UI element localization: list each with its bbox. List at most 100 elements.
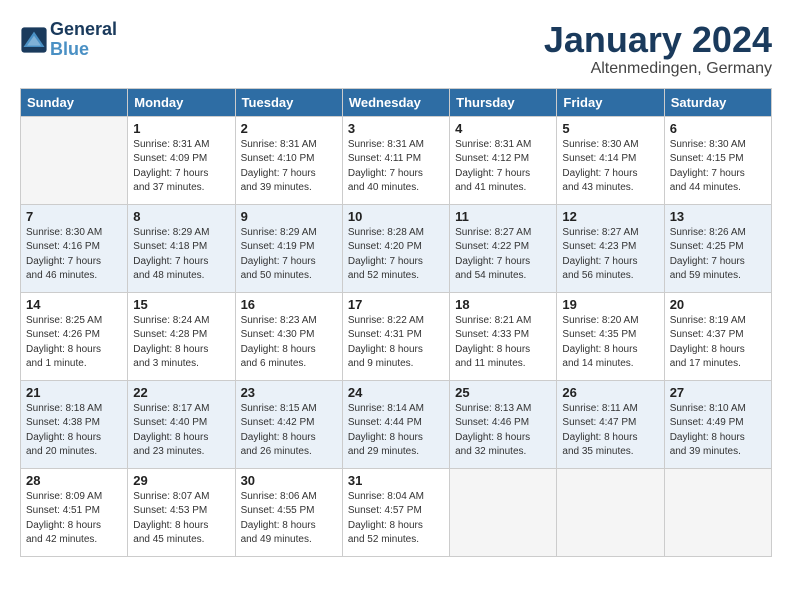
calendar-day-cell xyxy=(664,468,771,556)
calendar-day-cell: 17 Sunrise: 8:22 AMSunset: 4:31 PMDayligh… xyxy=(342,292,449,380)
calendar-day-cell: 27 Sunrise: 8:10 AMSunset: 4:49 PMDayligh… xyxy=(664,380,771,468)
calendar-day-cell: 19 Sunrise: 8:20 AMSunset: 4:35 PMDayligh… xyxy=(557,292,664,380)
day-number: 5 xyxy=(562,121,658,136)
day-number: 17 xyxy=(348,297,444,312)
day-info: Sunrise: 8:17 AMSunset: 4:40 PMDaylight:… xyxy=(133,402,229,460)
day-number: 10 xyxy=(348,209,444,224)
day-info: Sunrise: 8:24 AMSunset: 4:28 PMDaylight:… xyxy=(133,314,229,372)
day-number: 26 xyxy=(562,385,658,400)
calendar-day-cell: 30 Sunrise: 8:06 AMSunset: 4:55 PMDayligh… xyxy=(235,468,342,556)
calendar-day-cell: 1 Sunrise: 8:31 AMSunset: 4:09 PMDaylight… xyxy=(128,116,235,204)
calendar-day-cell: 23 Sunrise: 8:15 AMSunset: 4:42 PMDayligh… xyxy=(235,380,342,468)
day-number: 27 xyxy=(670,385,766,400)
day-number: 2 xyxy=(241,121,337,136)
weekday-header-tuesday: Tuesday xyxy=(235,88,342,116)
day-number: 22 xyxy=(133,385,229,400)
logo-text: GeneralBlue xyxy=(50,20,117,60)
day-info: Sunrise: 8:21 AMSunset: 4:33 PMDaylight:… xyxy=(455,314,551,372)
day-number: 14 xyxy=(26,297,122,312)
calendar-week-row: 21 Sunrise: 8:18 AMSunset: 4:38 PMDayligh… xyxy=(21,380,772,468)
day-number: 31 xyxy=(348,473,444,488)
day-info: Sunrise: 8:29 AMSunset: 4:19 PMDaylight:… xyxy=(241,226,337,284)
day-number: 12 xyxy=(562,209,658,224)
day-info: Sunrise: 8:19 AMSunset: 4:37 PMDaylight:… xyxy=(670,314,766,372)
day-info: Sunrise: 8:15 AMSunset: 4:42 PMDaylight:… xyxy=(241,402,337,460)
calendar-day-cell: 14Sunrise: 8:25 AMSunset: 4:26 PMDayligh… xyxy=(21,292,128,380)
calendar-day-cell: 8Sunrise: 8:29 AMSunset: 4:18 PMDaylight… xyxy=(128,204,235,292)
day-number: 15 xyxy=(133,297,229,312)
calendar-week-row: 14Sunrise: 8:25 AMSunset: 4:26 PMDayligh… xyxy=(21,292,772,380)
calendar-day-cell: 18 Sunrise: 8:21 AMSunset: 4:33 PMDayligh… xyxy=(450,292,557,380)
day-info: Sunrise: 8:30 AMSunset: 4:15 PMDaylight:… xyxy=(670,138,766,196)
day-info: Sunrise: 8:31 AMSunset: 4:12 PMDaylight:… xyxy=(455,138,551,196)
weekday-header-saturday: Saturday xyxy=(664,88,771,116)
calendar-table: SundayMondayTuesdayWednesdayThursdayFrid… xyxy=(20,88,772,557)
calendar-day-cell: 26Sunrise: 8:11 AMSunset: 4:47 PMDayligh… xyxy=(557,380,664,468)
calendar-day-cell: 28Sunrise: 8:09 AMSunset: 4:51 PMDayligh… xyxy=(21,468,128,556)
calendar-day-cell: 12 Sunrise: 8:27 AMSunset: 4:23 PMDayligh… xyxy=(557,204,664,292)
weekday-header-thursday: Thursday xyxy=(450,88,557,116)
day-number: 24 xyxy=(348,385,444,400)
day-number: 6 xyxy=(670,121,766,136)
calendar-day-cell: 5 Sunrise: 8:30 AMSunset: 4:14 PMDaylight… xyxy=(557,116,664,204)
calendar-day-cell: 7 Sunrise: 8:30 AMSunset: 4:16 PMDaylight… xyxy=(21,204,128,292)
day-info: Sunrise: 8:22 AMSunset: 4:31 PMDaylight:… xyxy=(348,314,444,372)
weekday-header-friday: Friday xyxy=(557,88,664,116)
day-number: 3 xyxy=(348,121,444,136)
calendar-day-cell: 16 Sunrise: 8:23 AMSunset: 4:30 PMDayligh… xyxy=(235,292,342,380)
day-info: Sunrise: 8:06 AMSunset: 4:55 PMDaylight:… xyxy=(241,490,337,548)
day-number: 30 xyxy=(241,473,337,488)
day-number: 4 xyxy=(455,121,551,136)
day-info: Sunrise: 8:30 AMSunset: 4:16 PMDaylight:… xyxy=(26,226,122,284)
day-number: 29 xyxy=(133,473,229,488)
day-info: Sunrise: 8:20 AMSunset: 4:35 PMDaylight:… xyxy=(562,314,658,372)
calendar-title-area: January 2024 Altenmedingen, Germany xyxy=(544,20,772,78)
day-info: Sunrise: 8:31 AMSunset: 4:11 PMDaylight:… xyxy=(348,138,444,196)
calendar-week-row: 7 Sunrise: 8:30 AMSunset: 4:16 PMDaylight… xyxy=(21,204,772,292)
day-number: 23 xyxy=(241,385,337,400)
day-info: Sunrise: 8:10 AMSunset: 4:49 PMDaylight:… xyxy=(670,402,766,460)
calendar-day-cell: 20 Sunrise: 8:19 AMSunset: 4:37 PMDayligh… xyxy=(664,292,771,380)
day-number: 19 xyxy=(562,297,658,312)
weekday-header-row: SundayMondayTuesdayWednesdayThursdayFrid… xyxy=(21,88,772,116)
day-info: Sunrise: 8:27 AMSunset: 4:23 PMDaylight:… xyxy=(562,226,658,284)
day-info: Sunrise: 8:18 AMSunset: 4:38 PMDaylight:… xyxy=(26,402,122,460)
calendar-day-cell: 11Sunrise: 8:27 AMSunset: 4:22 PMDayligh… xyxy=(450,204,557,292)
day-number: 1 xyxy=(133,121,229,136)
day-info: Sunrise: 8:29 AMSunset: 4:18 PMDaylight:… xyxy=(133,226,229,284)
day-number: 11 xyxy=(455,209,551,224)
day-number: 16 xyxy=(241,297,337,312)
calendar-day-cell xyxy=(557,468,664,556)
weekday-header-monday: Monday xyxy=(128,88,235,116)
calendar-day-cell: 6 Sunrise: 8:30 AMSunset: 4:15 PMDaylight… xyxy=(664,116,771,204)
day-info: Sunrise: 8:07 AMSunset: 4:53 PMDaylight:… xyxy=(133,490,229,548)
day-number: 21 xyxy=(26,385,122,400)
weekday-header-wednesday: Wednesday xyxy=(342,88,449,116)
calendar-day-cell xyxy=(450,468,557,556)
page-header: GeneralBlue January 2024 Altenmedingen, … xyxy=(20,20,772,78)
day-info: Sunrise: 8:31 AMSunset: 4:09 PMDaylight:… xyxy=(133,138,229,196)
day-info: Sunrise: 8:26 AMSunset: 4:25 PMDaylight:… xyxy=(670,226,766,284)
day-info: Sunrise: 8:14 AMSunset: 4:44 PMDaylight:… xyxy=(348,402,444,460)
calendar-day-cell: 29 Sunrise: 8:07 AMSunset: 4:53 PMDayligh… xyxy=(128,468,235,556)
calendar-day-cell: 31Sunrise: 8:04 AMSunset: 4:57 PMDayligh… xyxy=(342,468,449,556)
day-number: 28 xyxy=(26,473,122,488)
location-title: Altenmedingen, Germany xyxy=(544,60,772,78)
calendar-day-cell: 3 Sunrise: 8:31 AMSunset: 4:11 PMDaylight… xyxy=(342,116,449,204)
calendar-day-cell: 22 Sunrise: 8:17 AMSunset: 4:40 PMDayligh… xyxy=(128,380,235,468)
calendar-day-cell: 10Sunrise: 8:28 AMSunset: 4:20 PMDayligh… xyxy=(342,204,449,292)
day-info: Sunrise: 8:23 AMSunset: 4:30 PMDaylight:… xyxy=(241,314,337,372)
calendar-week-row: 1 Sunrise: 8:31 AMSunset: 4:09 PMDaylight… xyxy=(21,116,772,204)
day-info: Sunrise: 8:30 AMSunset: 4:14 PMDaylight:… xyxy=(562,138,658,196)
day-number: 13 xyxy=(670,209,766,224)
day-number: 7 xyxy=(26,209,122,224)
calendar-week-row: 28Sunrise: 8:09 AMSunset: 4:51 PMDayligh… xyxy=(21,468,772,556)
day-number: 20 xyxy=(670,297,766,312)
calendar-day-cell: 15 Sunrise: 8:24 AMSunset: 4:28 PMDayligh… xyxy=(128,292,235,380)
day-number: 25 xyxy=(455,385,551,400)
day-number: 9 xyxy=(241,209,337,224)
calendar-day-cell: 25Sunrise: 8:13 AMSunset: 4:46 PMDayligh… xyxy=(450,380,557,468)
calendar-day-cell: 13 Sunrise: 8:26 AMSunset: 4:25 PMDayligh… xyxy=(664,204,771,292)
calendar-day-cell: 4 Sunrise: 8:31 AMSunset: 4:12 PMDaylight… xyxy=(450,116,557,204)
day-number: 18 xyxy=(455,297,551,312)
